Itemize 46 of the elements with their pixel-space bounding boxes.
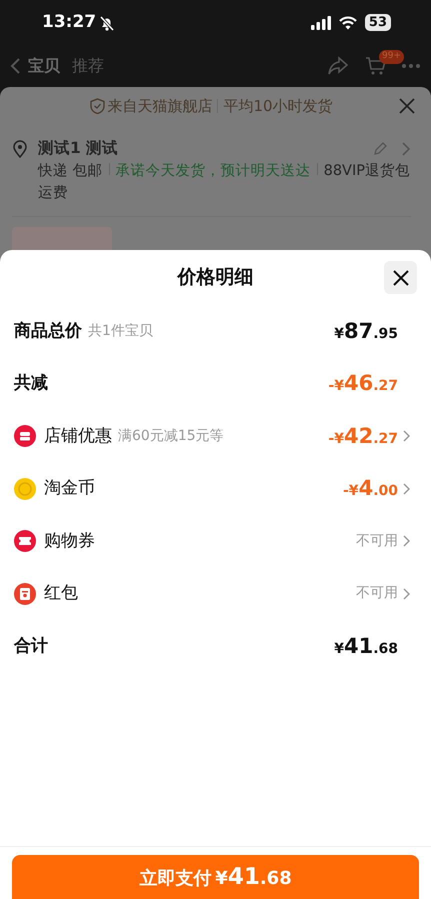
share-icon[interactable] [327,56,349,76]
row-label: 商品总价 [14,320,82,342]
row-label: 合计 [14,634,48,658]
nav-tab[interactable]: 宝贝 [22,54,66,78]
row-label: 红包 [44,582,78,605]
status-time: 13:27 [42,10,96,34]
signal-icon [310,16,331,30]
row-amount: ¥41.68 [334,632,398,660]
close-icon[interactable] [392,270,408,286]
row-amount: -¥4.00 [343,475,398,502]
close-button[interactable] [384,261,417,294]
row-amount: ¥87.95 [334,318,398,344]
chevron-right-icon[interactable] [403,482,411,495]
row-status: 不可用 [356,584,398,604]
delivery-info: 快递 包邮 承诺今天发货，预计明天送达 88VIP退货包运费 [36,162,411,204]
back-icon [10,57,22,75]
sheet-title: 价格明细 [178,265,254,290]
envelope-icon [14,582,36,605]
chevron-right-icon[interactable] [402,142,411,156]
store-origin: 来自天猫旗舰店 [107,96,212,117]
bell-muted-icon [98,14,116,32]
shield-icon [90,98,106,114]
location-pin-icon [12,140,28,158]
row-note: 满60元减15元等 [118,426,224,446]
row-amount: -¥46.27 [328,370,398,397]
row-label: 淘金币 [44,477,95,500]
edit-icon[interactable] [372,140,388,157]
nav-tab[interactable]: 推荐 [66,54,110,78]
row-label: 购物券 [44,530,95,552]
wifi-icon [338,16,357,30]
chevron-right-icon[interactable] [403,430,411,442]
row-label: 店铺优惠 [44,424,112,448]
pay-button[interactable]: 立即支付 ¥41.68 [12,855,419,899]
row-label: 共减 [14,372,48,395]
chevron-right-icon[interactable] [403,588,411,600]
coin-icon [14,478,36,500]
row-note: 共1件宝贝 [88,322,153,341]
ticket-icon [14,530,36,552]
shipping-time: 平均10小时发货 [223,96,333,117]
row-amount: -¥42.27 [328,422,398,450]
row-status: 不可用 [356,532,398,551]
store-icon [14,425,36,448]
chevron-right-icon[interactable] [403,535,411,548]
more-icon[interactable] [401,63,421,69]
battery-level: 53 [364,14,391,31]
recipient-name: 测试1 测试 [38,138,118,159]
